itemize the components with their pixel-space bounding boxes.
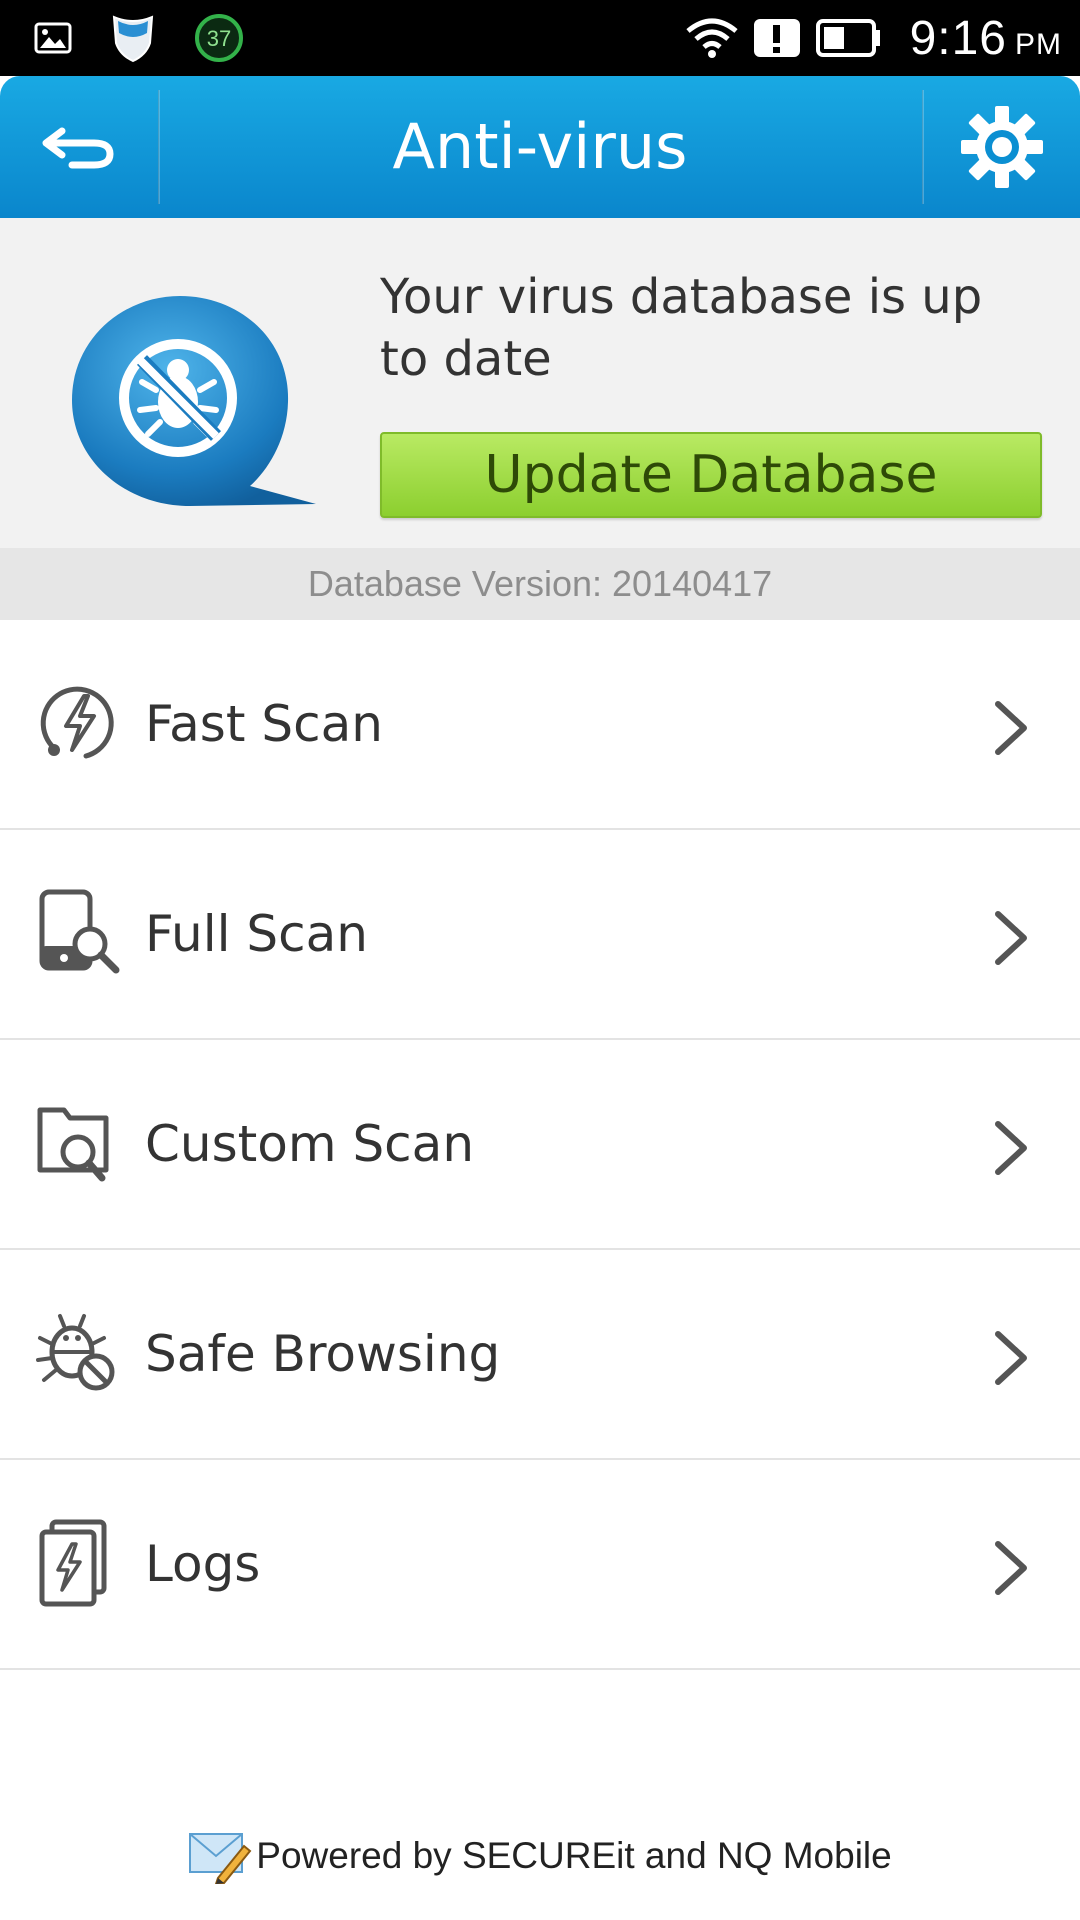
battery-icon bbox=[815, 18, 882, 58]
gear-icon bbox=[961, 106, 1043, 188]
menu-item-logs[interactable]: Logs bbox=[0, 1460, 1080, 1670]
image-notification-icon bbox=[34, 22, 72, 54]
scan-menu: Fast Scan Full Scan Custom Scan Safe Bro… bbox=[0, 620, 1080, 1670]
notification-count: 37 bbox=[207, 26, 231, 51]
menu-item-label: Fast Scan bbox=[145, 695, 383, 753]
page-title: Anti-virus bbox=[392, 110, 688, 183]
database-version: Database Version: 20140417 bbox=[0, 548, 1080, 620]
database-status-text: Your virus database is up to date bbox=[380, 269, 983, 387]
shield-app-icon bbox=[110, 13, 156, 63]
counter-badge-icon: 37 bbox=[194, 13, 244, 63]
chevron-right-icon bbox=[995, 911, 1027, 965]
clock-time: 9:16 bbox=[909, 11, 1007, 65]
chevron-right-icon bbox=[995, 1331, 1027, 1385]
alert-icon bbox=[752, 17, 802, 59]
menu-item-safe-browsing[interactable]: Safe Browsing bbox=[0, 1250, 1080, 1460]
fast-scan-icon bbox=[40, 686, 114, 759]
mail-pencil-icon bbox=[189, 1833, 252, 1884]
status-clock: 9:16 PM bbox=[910, 11, 1062, 66]
title-bar: Anti-virus bbox=[0, 76, 1080, 218]
status-bar-left: 37 bbox=[34, 0, 244, 76]
update-database-button[interactable]: Update Database bbox=[380, 432, 1042, 518]
back-arrow-icon bbox=[42, 127, 114, 169]
clock-ampm: PM bbox=[1015, 27, 1062, 61]
virus-blocked-icon bbox=[70, 290, 320, 526]
database-info-panel: Your virus database is up to date Update… bbox=[0, 218, 1080, 548]
menu-item-label: Logs bbox=[145, 1535, 261, 1593]
custom-scan-icon bbox=[37, 1107, 109, 1182]
chevron-right-icon bbox=[995, 701, 1027, 755]
menu-item-label: Custom Scan bbox=[145, 1115, 475, 1173]
menu-item-full-scan[interactable]: Full Scan bbox=[0, 830, 1080, 1040]
menu-item-label: Full Scan bbox=[145, 905, 368, 963]
full-scan-icon bbox=[39, 889, 120, 974]
powered-by-text: Powered by SECUREit and NQ Mobile bbox=[256, 1835, 892, 1876]
status-bar: 37 9:16 PM bbox=[0, 0, 1080, 76]
wifi-icon bbox=[685, 17, 738, 59]
logs-icon bbox=[39, 1519, 107, 1607]
menu-item-fast-scan[interactable]: Fast Scan bbox=[0, 620, 1080, 830]
chevron-right-icon bbox=[995, 1121, 1027, 1175]
status-bar-right: 9:16 PM bbox=[685, 0, 1062, 76]
powered-by-footer: Powered by SECUREit and NQ Mobile bbox=[0, 1820, 1080, 1892]
settings-button[interactable] bbox=[924, 76, 1080, 218]
menu-item-label: Safe Browsing bbox=[145, 1325, 501, 1383]
back-button[interactable] bbox=[0, 76, 158, 218]
menu-item-custom-scan[interactable]: Custom Scan bbox=[0, 1040, 1080, 1250]
safe-browsing-icon bbox=[36, 1314, 115, 1391]
chevron-right-icon bbox=[995, 1541, 1027, 1595]
